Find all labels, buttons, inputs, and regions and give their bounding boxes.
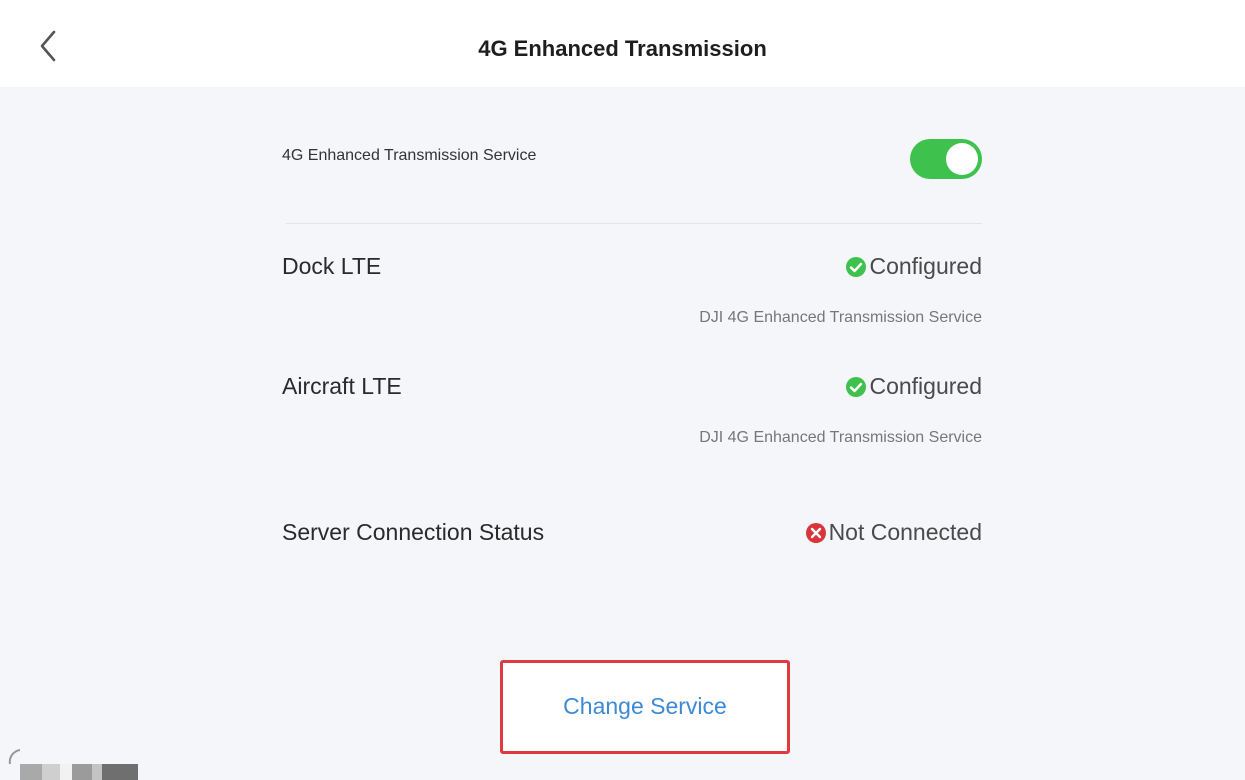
status-value: Configured <box>845 373 982 400</box>
app-screen: 4G Enhanced Transmission 4G Enhanced Tra… <box>0 0 1245 780</box>
status-row-dock-lte: Dock LTE Configured <box>282 253 982 283</box>
thumbnail-strip <box>20 764 138 780</box>
status-sub: DJI 4G Enhanced Transmission Service <box>699 429 982 446</box>
status-row-aircraft-lte: Aircraft LTE Configured <box>282 373 982 403</box>
status-value-text: Configured <box>869 373 982 399</box>
top-crop-sliver <box>0 0 1245 12</box>
status-value: Configured <box>845 253 982 280</box>
service-label: 4G Enhanced Transmission Service <box>282 147 537 164</box>
status-value-text: Configured <box>869 253 982 279</box>
divider <box>286 223 982 224</box>
status-value: Not Connected <box>805 519 982 546</box>
service-row: 4G Enhanced Transmission Service <box>282 135 982 181</box>
change-service-label: Change Service <box>563 693 727 719</box>
header-bar: 4G Enhanced Transmission <box>0 12 1245 87</box>
status-label: Aircraft LTE <box>282 373 402 399</box>
check-circle-icon <box>846 376 867 397</box>
status-sub: DJI 4G Enhanced Transmission Service <box>699 309 982 326</box>
page-title: 4G Enhanced Transmission <box>478 36 767 61</box>
error-circle-icon <box>805 522 826 543</box>
check-circle-icon <box>846 256 867 277</box>
status-label: Dock LTE <box>282 253 382 279</box>
service-toggle[interactable] <box>910 139 982 179</box>
change-service-button[interactable]: Change Service <box>500 660 790 754</box>
toggle-knob <box>946 143 978 175</box>
status-value-text: Not Connected <box>828 519 982 545</box>
status-label: Server Connection Status <box>282 519 545 545</box>
status-row-server-connection: Server Connection Status Not Connected <box>282 519 982 549</box>
